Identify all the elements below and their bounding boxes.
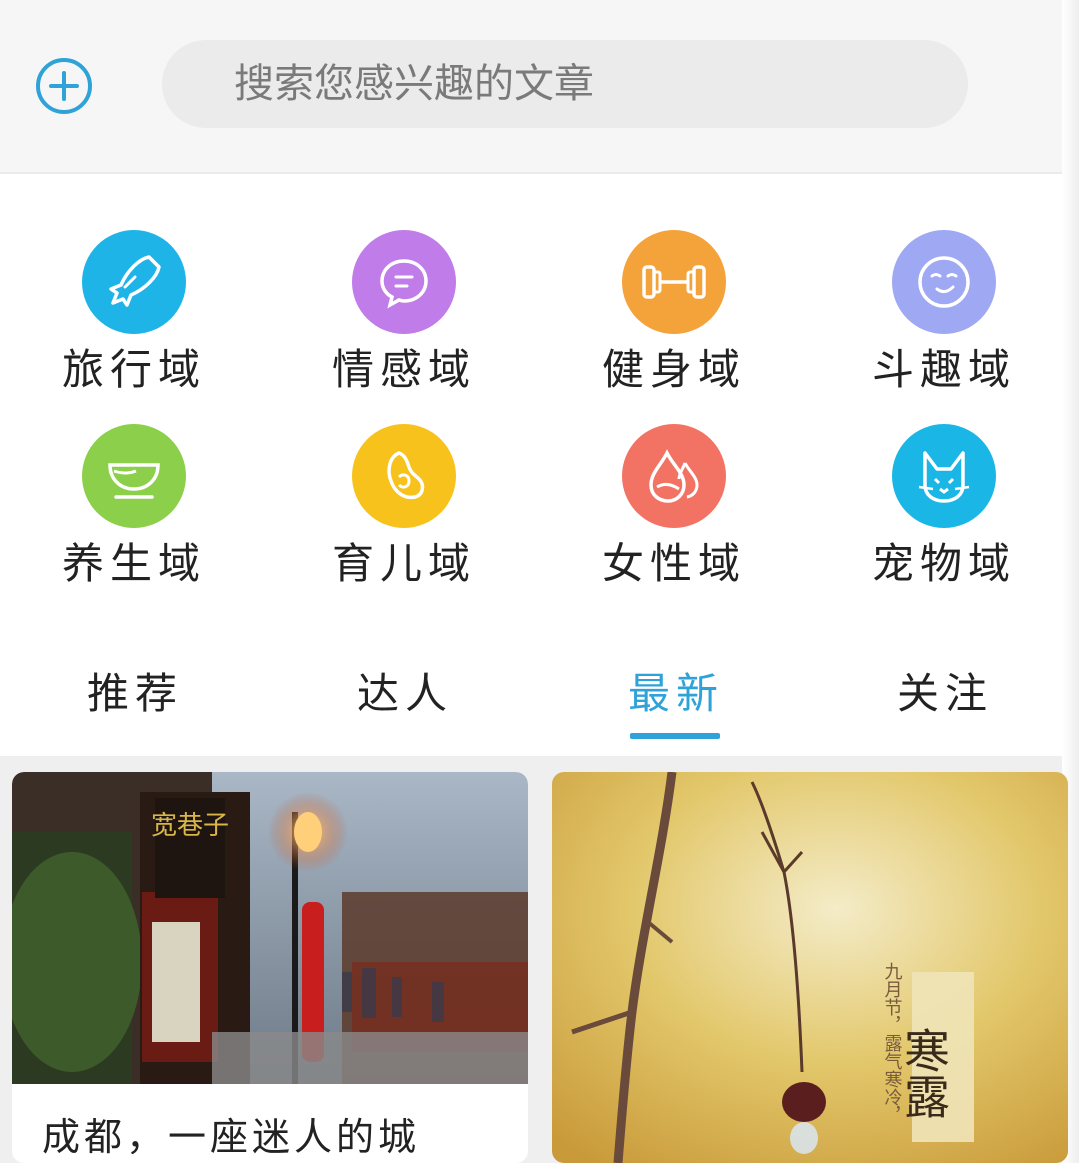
category-label: 旅行域 [61,345,206,394]
article-thumbnail: 寒露 九月节，露气寒冷， [552,772,1068,1163]
category-label: 斗趣域 [871,345,1016,394]
category-label: 情感域 [331,345,476,394]
poster-title-vertical: 寒露 [897,1027,951,1119]
article-thumbnail: 宽巷子 [12,772,528,1084]
category-health[interactable]: 养生域 [34,424,234,590]
cat-face-icon [892,424,996,528]
top-bar [0,0,1062,174]
airplane-icon [82,230,186,334]
category-label: 宠物域 [871,539,1016,588]
category-emotion[interactable]: 情感域 [304,230,504,396]
category-label: 女性域 [601,539,746,588]
sign-text: 宽巷子 [151,811,229,841]
tab-experts[interactable]: 达人 [325,668,485,720]
search-bar[interactable] [162,40,968,128]
category-fun[interactable]: 斗趣域 [844,230,1044,396]
article-card[interactable]: 宽巷子 成都，一座迷人的城 [12,772,528,1163]
category-label: 育儿域 [331,539,476,588]
tab-latest[interactable]: 最新 [596,668,756,720]
poster-subtitle: 九月节，露气寒冷， [882,962,903,1124]
category-travel[interactable]: 旅行域 [34,230,234,396]
baby-icon [352,424,456,528]
category-label: 养生域 [61,539,206,588]
category-parenting[interactable]: 育儿域 [304,424,504,590]
smirk-face-icon [892,230,996,334]
category-fitness[interactable]: 健身域 [574,230,774,396]
category-label: 健身域 [601,345,746,394]
add-icon[interactable] [35,57,93,115]
category-pets[interactable]: 宠物域 [844,424,1044,590]
tab-following[interactable]: 关注 [865,668,1025,720]
search-input[interactable] [232,60,916,108]
water-drop-icon [622,424,726,528]
teacup-icon [82,424,186,528]
active-tab-indicator [630,733,720,739]
article-title: 成都，一座迷人的城 [42,1115,421,1159]
category-women[interactable]: 女性域 [574,424,774,590]
chat-bubble-icon [352,230,456,334]
tab-recommend[interactable]: 推荐 [55,668,215,720]
dumbbell-icon [622,230,726,334]
article-card[interactable]: 寒露 九月节，露气寒冷， [552,772,1068,1163]
